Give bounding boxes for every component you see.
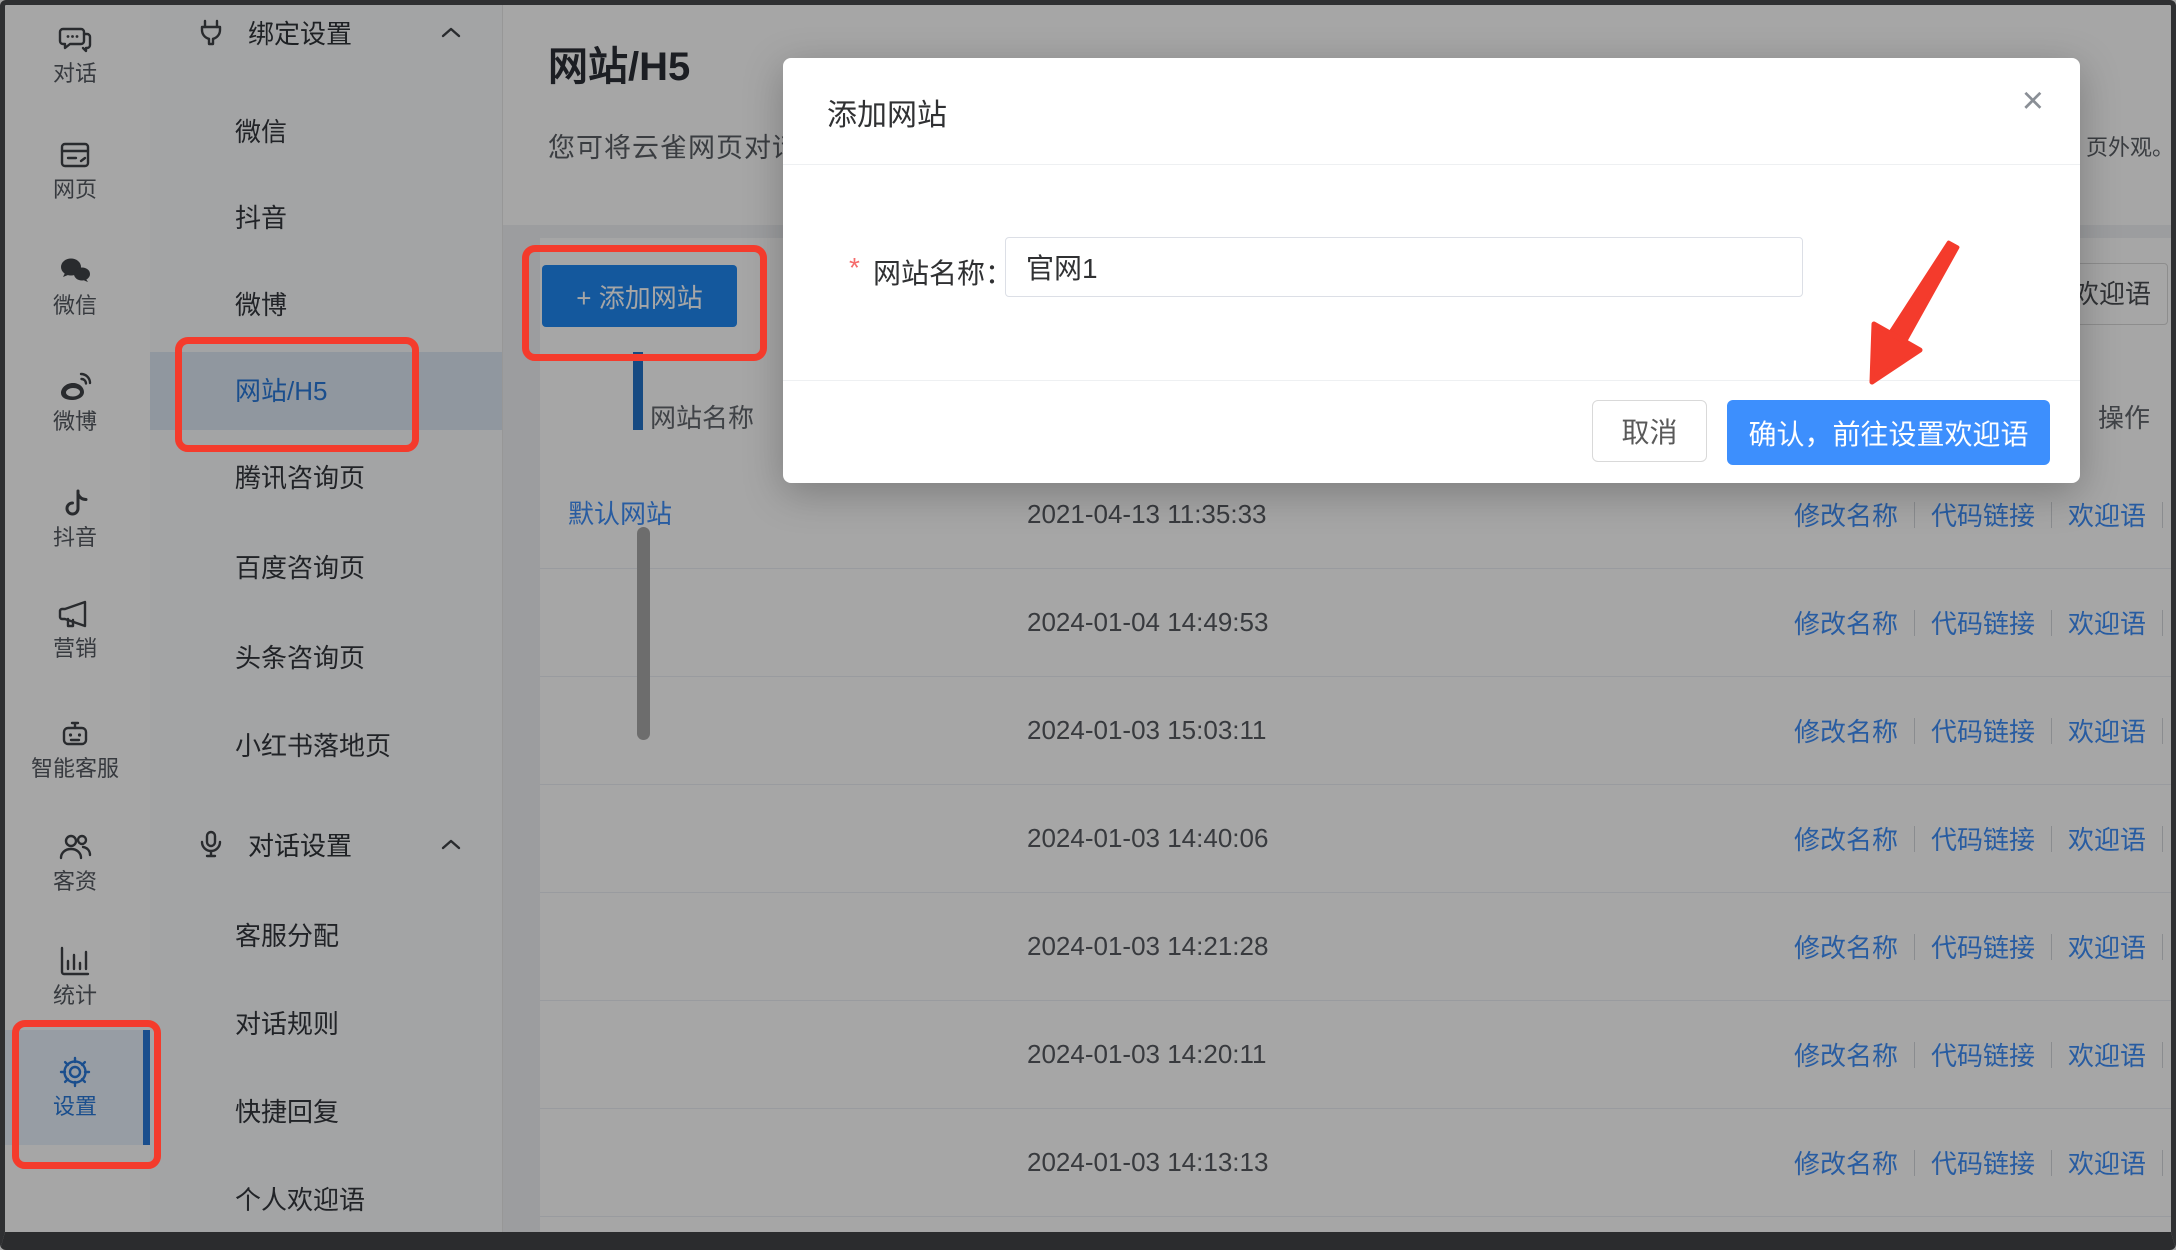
- cancel-button[interactable]: 取消: [1592, 400, 1707, 462]
- website-name-label: 网站名称：: [873, 252, 1013, 292]
- add-website-modal: 添加网站 × * 网站名称： 取消 确认，前往设置欢迎语: [783, 58, 2080, 483]
- modal-footer-divider: [783, 380, 2080, 381]
- close-icon[interactable]: ×: [2022, 82, 2044, 120]
- app-window: 对话 网页 微信 微博 抖音 营销 智能客服 客资: [0, 0, 2176, 1250]
- confirm-button[interactable]: 确认，前往设置欢迎语: [1727, 400, 2050, 465]
- modal-header-divider: [783, 164, 2080, 165]
- modal-title: 添加网站: [827, 90, 947, 134]
- required-asterisk: *: [849, 252, 860, 284]
- website-name-input[interactable]: [1005, 237, 1803, 297]
